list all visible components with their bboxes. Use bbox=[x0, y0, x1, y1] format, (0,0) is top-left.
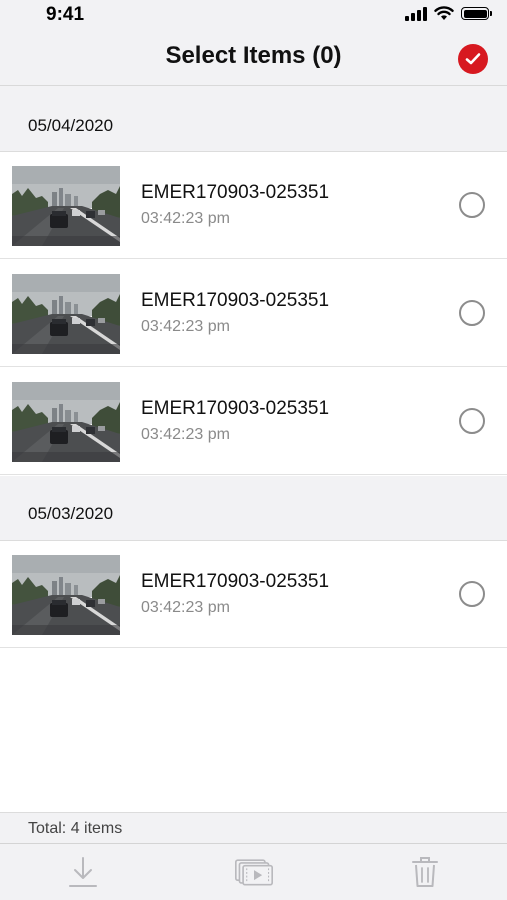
status-time: 9:41 bbox=[46, 4, 85, 25]
trash-icon bbox=[412, 857, 438, 887]
page-title: Select Items (0) bbox=[165, 42, 342, 69]
total-count-bar: Total: 4 items bbox=[0, 812, 507, 843]
item-name: EMER170903-025351 bbox=[141, 182, 330, 203]
section-header-date: 05/04/2020 bbox=[0, 86, 507, 152]
item-time: 03:42:23 pm bbox=[141, 318, 230, 335]
confirm-selection-button[interactable] bbox=[458, 44, 488, 74]
status-icons bbox=[405, 6, 492, 21]
video-thumbnail bbox=[12, 274, 120, 354]
select-radio[interactable] bbox=[459, 581, 485, 607]
list-item[interactable]: EMER170903-025351 03:42:23 pm bbox=[0, 541, 507, 648]
delete-button[interactable] bbox=[405, 854, 445, 890]
video-thumbnail bbox=[12, 166, 120, 246]
video-gallery-icon bbox=[235, 859, 273, 886]
item-time: 03:42:23 pm bbox=[141, 599, 230, 616]
list-item[interactable]: EMER170903-025351 03:42:23 pm bbox=[0, 152, 507, 259]
video-thumbnail bbox=[12, 555, 120, 635]
battery-icon bbox=[461, 7, 492, 20]
select-radio[interactable] bbox=[459, 192, 485, 218]
status-bar: 9:41 bbox=[0, 0, 507, 30]
item-name: EMER170903-025351 bbox=[141, 571, 330, 592]
download-icon bbox=[69, 857, 97, 887]
item-name: EMER170903-025351 bbox=[141, 398, 330, 419]
item-time: 03:42:23 pm bbox=[141, 210, 230, 227]
checkmark-icon bbox=[465, 53, 481, 65]
total-count-label: Total: 4 items bbox=[28, 820, 123, 837]
download-button[interactable] bbox=[63, 854, 103, 890]
list-item[interactable]: EMER170903-025351 03:42:23 pm bbox=[0, 368, 507, 475]
video-thumbnail bbox=[12, 382, 120, 462]
video-gallery-button[interactable] bbox=[234, 854, 274, 890]
section-header-date: 05/03/2020 bbox=[0, 476, 507, 541]
select-radio[interactable] bbox=[459, 300, 485, 326]
section-date-label: 05/03/2020 bbox=[28, 504, 114, 523]
wifi-icon bbox=[434, 6, 454, 20]
bottom-toolbar bbox=[0, 843, 507, 900]
select-radio[interactable] bbox=[459, 408, 485, 434]
item-time: 03:42:23 pm bbox=[141, 426, 230, 443]
navigation-bar: Select Items (0) bbox=[0, 30, 507, 86]
cellular-signal-icon bbox=[405, 6, 427, 21]
section-date-label: 05/04/2020 bbox=[28, 116, 114, 135]
list-item[interactable]: EMER170903-025351 03:42:23 pm bbox=[0, 260, 507, 367]
item-name: EMER170903-025351 bbox=[141, 290, 330, 311]
